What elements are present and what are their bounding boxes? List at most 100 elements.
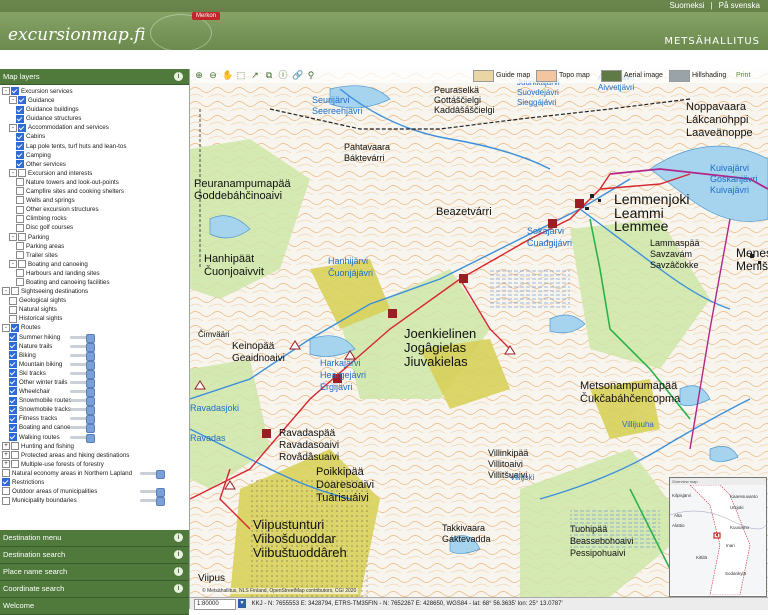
- chevron-down-icon[interactable]: ▼: [238, 599, 246, 608]
- layer-item[interactable]: Restrictions: [0, 478, 189, 487]
- opacity-slider[interactable]: [70, 333, 95, 343]
- layer-item[interactable]: Lap pole tents, turf huts and lean-tos: [0, 141, 189, 151]
- layer-item[interactable]: Campfire sites and cooking shelters: [0, 187, 189, 196]
- layer-item[interactable]: - Parking: [0, 232, 189, 242]
- marker-badge[interactable]: Merkon: [192, 12, 221, 20]
- opacity-slider[interactable]: [70, 379, 95, 388]
- layer-item[interactable]: Climbing rocks: [0, 214, 189, 223]
- layer-item[interactable]: Snowmobile tracks: [0, 405, 189, 416]
- layer-checkbox[interactable]: [9, 341, 17, 350]
- layer-checkbox[interactable]: [2, 496, 10, 505]
- layer-checkbox[interactable]: [11, 451, 19, 460]
- layer-checkbox[interactable]: [16, 278, 24, 287]
- layer-item[interactable]: Walking routes: [0, 432, 189, 443]
- layer-checkbox[interactable]: [9, 387, 17, 396]
- opacity-slider[interactable]: [140, 497, 165, 507]
- collapse-icon[interactable]: -: [2, 287, 10, 296]
- sidebar-panel-header[interactable]: Destination search i: [0, 547, 189, 564]
- layer-item[interactable]: Harbours and landing sites: [0, 269, 189, 278]
- layer-item[interactable]: - Boating and canoeing: [0, 260, 189, 269]
- layer-checkbox[interactable]: [9, 414, 17, 423]
- layer-checkbox[interactable]: [11, 87, 19, 96]
- scale-select[interactable]: 1:80000: [194, 599, 236, 610]
- opacity-slider[interactable]: [70, 360, 95, 370]
- link-icon[interactable]: 🔗: [292, 70, 303, 80]
- layer-checkbox[interactable]: [11, 323, 19, 332]
- layer-checkbox[interactable]: [18, 169, 26, 178]
- sidebar-panel-header[interactable]: Welcome: [0, 598, 189, 615]
- measure-area-icon[interactable]: ⧉: [264, 70, 274, 80]
- opacity-slider[interactable]: [70, 342, 95, 352]
- location-icon[interactable]: ⚲: [306, 70, 316, 80]
- layer-item[interactable]: Wheelchair: [0, 387, 189, 398]
- layer-item[interactable]: - Guidance: [0, 96, 189, 105]
- layer-checkbox[interactable]: [16, 223, 24, 232]
- opacity-slider[interactable]: [140, 469, 165, 479]
- sidebar-panel-header[interactable]: Coordinate search i: [0, 581, 189, 598]
- overview-map[interactable]: Overview map Kilpisjärvi Kaaresuvanto Alta…: [669, 477, 767, 597]
- lang-swedish-link[interactable]: På svenska: [719, 1, 760, 10]
- collapse-icon[interactable]: -: [9, 96, 17, 105]
- info-tool-icon[interactable]: ⓘ: [278, 70, 288, 80]
- layer-item[interactable]: - Excursion and interests: [0, 169, 189, 178]
- collapse-icon[interactable]: -: [9, 232, 17, 241]
- layer-checkbox[interactable]: [16, 151, 24, 160]
- layer-checkbox[interactable]: [9, 351, 17, 360]
- lang-finnish-link[interactable]: Suomeksi: [669, 1, 704, 10]
- collapse-icon[interactable]: -: [9, 123, 17, 132]
- overview-canvas[interactable]: [669, 484, 767, 596]
- topo-map-thumb-icon[interactable]: [536, 70, 557, 82]
- layer-checkbox[interactable]: [16, 160, 24, 169]
- opacity-slider[interactable]: [140, 488, 165, 498]
- layer-item[interactable]: Disc golf courses: [0, 223, 189, 232]
- map-attribution[interactable]: © Metsähallitus, NLS Finland, OpenStreet…: [200, 588, 359, 594]
- layer-item[interactable]: - Excursion services: [0, 87, 189, 96]
- layer-checkbox[interactable]: [16, 269, 24, 278]
- guide-map-thumb-icon[interactable]: [473, 70, 494, 82]
- layer-checkbox[interactable]: [11, 287, 19, 296]
- layer-item[interactable]: Other services: [0, 160, 189, 169]
- info-icon[interactable]: i: [174, 533, 183, 542]
- layer-checkbox[interactable]: [2, 487, 10, 496]
- layer-checkbox[interactable]: [16, 105, 24, 114]
- layer-checkbox[interactable]: [18, 123, 26, 132]
- layer-item[interactable]: - Routes: [0, 323, 189, 332]
- expand-icon[interactable]: +: [2, 451, 10, 460]
- layer-item[interactable]: + Protected areas and hiking destinations: [0, 451, 189, 460]
- topo-map-button[interactable]: Topo map: [559, 70, 590, 81]
- layer-item[interactable]: Guidance buildings: [0, 105, 189, 114]
- layer-checkbox[interactable]: [9, 396, 17, 405]
- layer-checkbox[interactable]: [2, 469, 10, 478]
- layer-item[interactable]: Boating and canoeing facilities: [0, 278, 189, 287]
- opacity-slider[interactable]: [70, 388, 95, 398]
- layer-item[interactable]: Other winter trails: [0, 378, 189, 388]
- sidebar-panel-header[interactable]: Destination menu i: [0, 530, 189, 547]
- layer-item[interactable]: Wells and springs: [0, 196, 189, 205]
- collapse-icon[interactable]: -: [9, 169, 17, 178]
- layer-checkbox[interactable]: [9, 405, 17, 414]
- layer-checkbox[interactable]: [16, 141, 24, 150]
- zoom-box-icon[interactable]: ⬚: [236, 70, 246, 80]
- layer-item[interactable]: + Multiple-use forests of forestry: [0, 460, 189, 469]
- collapse-icon[interactable]: -: [2, 323, 10, 332]
- layer-item[interactable]: + Hunting and fishing: [0, 442, 189, 451]
- layer-checkbox[interactable]: [11, 442, 19, 451]
- map-layers-header[interactable]: Map layers i: [0, 69, 189, 85]
- layer-item[interactable]: Geological sights: [0, 296, 189, 305]
- layer-checkbox[interactable]: [16, 205, 24, 214]
- layer-item[interactable]: Fitness tracks: [0, 414, 189, 425]
- layer-checkbox[interactable]: [2, 478, 10, 487]
- layer-checkbox[interactable]: [9, 305, 17, 314]
- expand-icon[interactable]: +: [2, 460, 10, 469]
- layer-checkbox[interactable]: [16, 132, 24, 141]
- layer-item[interactable]: Nature trails: [0, 341, 189, 352]
- opacity-slider[interactable]: [70, 397, 95, 407]
- aerial-image-button[interactable]: Aerial image: [624, 70, 663, 81]
- hillshading-button[interactable]: Hillshading: [692, 70, 726, 81]
- measure-icon[interactable]: ↗: [250, 70, 260, 80]
- layer-checkbox[interactable]: [16, 114, 24, 123]
- layer-checkbox[interactable]: [9, 369, 17, 378]
- info-icon[interactable]: i: [174, 584, 183, 593]
- layer-checkbox[interactable]: [16, 187, 24, 196]
- layer-checkbox[interactable]: [11, 460, 19, 469]
